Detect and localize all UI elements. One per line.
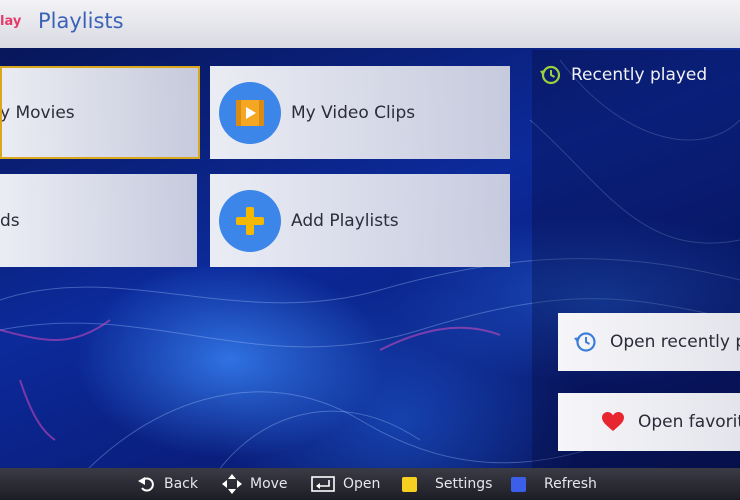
footer-hint-bar: Back Move Open Settings Refresh — [0, 468, 740, 500]
footer-back-label: Back — [164, 476, 198, 492]
footer-open[interactable]: Open — [311, 468, 380, 500]
footer-back[interactable]: Back — [138, 468, 198, 500]
tile-label: y Movies — [0, 102, 75, 123]
enter-icon — [311, 476, 335, 492]
footer-settings-label: Settings — [435, 476, 493, 492]
header-bar: lay Playlists — [0, 0, 740, 48]
footer-refresh-label: Refresh — [544, 476, 597, 492]
move-arrows-icon — [222, 474, 242, 494]
footer-refresh[interactable]: Refresh — [511, 468, 597, 500]
tile-downloads[interactable]: ds — [0, 174, 197, 267]
tile-label: My Video Clips — [291, 102, 416, 123]
open-favorites-button[interactable]: Open favorit — [558, 393, 740, 451]
yellow-key-icon — [402, 476, 417, 492]
footer-move-label: Move — [250, 476, 288, 492]
back-icon — [138, 475, 156, 493]
recently-played-label: Recently played — [571, 65, 708, 85]
plus-icon — [219, 189, 281, 252]
brand-label: lay — [0, 14, 22, 29]
tile-my-movies[interactable]: y Movies — [0, 66, 200, 159]
footer-open-label: Open — [343, 476, 381, 492]
history-icon — [574, 330, 598, 354]
open-recently-played-label: Open recently p — [610, 332, 740, 352]
history-icon — [540, 64, 562, 86]
tile-my-video-clips[interactable]: My Video Clips — [210, 66, 510, 159]
footer-settings[interactable]: Settings — [402, 468, 492, 500]
open-favorites-label: Open favorit — [638, 412, 740, 432]
tile-label: Add Playlists — [291, 210, 399, 231]
video-clip-icon — [219, 81, 281, 144]
footer-move[interactable]: Move — [222, 468, 288, 500]
tile-add-playlists[interactable]: Add Playlists — [210, 174, 510, 267]
open-recently-played-button[interactable]: Open recently p — [558, 313, 740, 371]
heart-icon — [602, 412, 624, 432]
recently-played-heading: Recently played — [540, 64, 707, 86]
tile-label: ds — [0, 210, 20, 231]
page-title: Playlists — [38, 9, 124, 33]
blue-key-icon — [511, 476, 526, 492]
